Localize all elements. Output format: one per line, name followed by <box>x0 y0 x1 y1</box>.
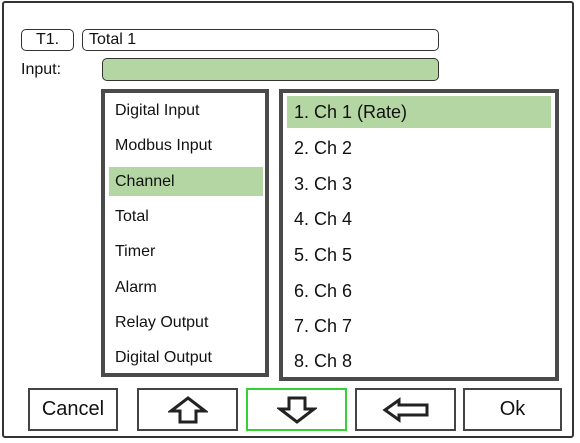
name-field[interactable]: Total 1 <box>82 29 439 51</box>
channel-item-8[interactable]: 8. Ch 8 <box>287 345 551 377</box>
source-item-timer[interactable]: Timer <box>109 237 263 266</box>
input-label: Input: <box>21 61 62 78</box>
source-item-digital-output[interactable]: Digital Output <box>109 343 263 372</box>
source-item-modbus-input[interactable]: Modbus Input <box>109 131 263 160</box>
arrow-down-icon <box>276 395 317 425</box>
arrow-left-icon <box>381 396 430 423</box>
ok-button-label: Ok <box>499 398 526 420</box>
ok-button[interactable]: Ok <box>463 388 562 431</box>
source-item-channel[interactable]: Channel <box>109 167 263 196</box>
source-item-total[interactable]: Total <box>109 202 263 231</box>
channel-item-5[interactable]: 5. Ch 5 <box>287 239 551 271</box>
channel-item-1[interactable]: 1. Ch 1 (Rate) <box>287 96 551 128</box>
source-item-relay-output[interactable]: Relay Output <box>109 308 263 337</box>
source-item-alarm[interactable]: Alarm <box>109 273 263 302</box>
channel-item-6[interactable]: 6. Ch 6 <box>287 275 551 307</box>
input-field[interactable] <box>102 58 439 81</box>
channel-item-3[interactable]: 3. Ch 3 <box>287 168 551 200</box>
channel-item-7[interactable]: 7. Ch 7 <box>287 310 551 342</box>
tag-button[interactable]: T1. <box>21 29 74 51</box>
cancel-button-label: Cancel <box>41 398 105 420</box>
channel-list: 1. Ch 1 (Rate) 2. Ch 2 3. Ch 3 4. Ch 4 5… <box>279 89 559 381</box>
down-button[interactable] <box>246 388 347 431</box>
back-button[interactable] <box>355 388 456 431</box>
cancel-button[interactable]: Cancel <box>28 388 118 431</box>
source-item-digital-input[interactable]: Digital Input <box>109 96 263 125</box>
arrow-up-icon <box>167 395 208 425</box>
up-button[interactable] <box>137 388 238 431</box>
channel-item-4[interactable]: 4. Ch 4 <box>287 203 551 235</box>
source-type-list: Digital Input Modbus Input Channel Total… <box>101 89 269 377</box>
channel-item-2[interactable]: 2. Ch 2 <box>287 132 551 164</box>
